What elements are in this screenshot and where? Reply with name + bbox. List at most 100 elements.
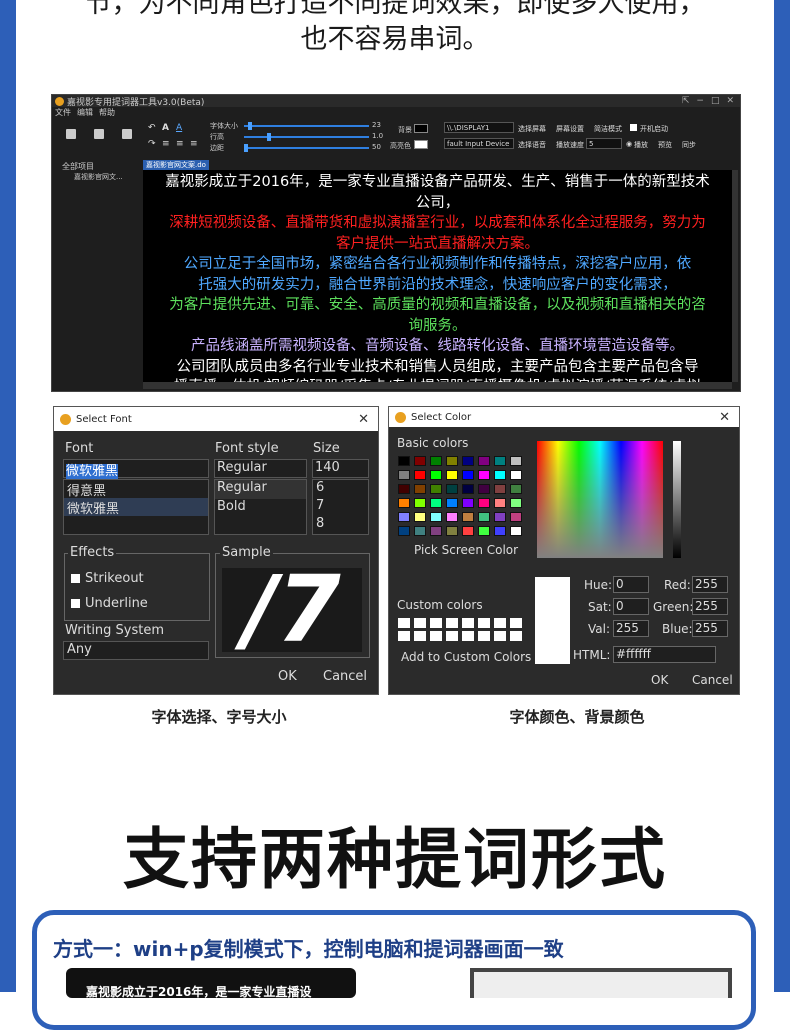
basic-color-swatch[interactable] (478, 526, 490, 536)
maximize-icon[interactable]: □ (711, 96, 720, 106)
play-icon[interactable]: ◉ (626, 140, 632, 148)
basic-color-swatch[interactable] (510, 526, 522, 536)
menu-file[interactable]: 文件 (55, 107, 71, 118)
custom-color-swatch[interactable] (414, 618, 426, 628)
align-justify-icon[interactable]: ≡ (176, 139, 184, 149)
color-cancel-button[interactable]: Cancel (692, 673, 733, 687)
font-cancel-button[interactable]: Cancel (323, 669, 367, 684)
align-right-icon[interactable]: ≡ (190, 139, 198, 149)
close-icon[interactable]: ✕ (358, 412, 378, 427)
basic-color-swatch[interactable] (494, 470, 506, 480)
size-list-item[interactable]: 6 (313, 480, 368, 498)
red-spinbox[interactable]: 255 (692, 576, 728, 593)
blue-spinbox[interactable]: 255 (692, 620, 728, 637)
font-size-thumb[interactable] (248, 122, 252, 130)
custom-color-swatch[interactable] (446, 618, 458, 628)
select-voice-button[interactable]: 选择语音 (518, 140, 546, 150)
document-tab[interactable]: 嘉视影官网文案.do (143, 160, 209, 170)
value-slider[interactable] (673, 441, 681, 558)
close-icon[interactable]: ✕ (726, 96, 734, 106)
basic-color-swatch[interactable] (430, 526, 442, 536)
tree-item[interactable]: 嘉视影官网文... (62, 172, 142, 182)
line-height-thumb[interactable] (267, 133, 271, 141)
writing-system-select[interactable]: Any (63, 641, 209, 660)
margin-thumb[interactable] (244, 144, 248, 152)
add-custom-colors-button[interactable]: Add to Custom Colors (401, 650, 531, 664)
line-height-slider[interactable] (244, 136, 369, 138)
color-ok-button[interactable]: OK (651, 673, 668, 687)
basic-color-swatch[interactable] (478, 456, 490, 466)
basic-color-swatch[interactable] (510, 456, 522, 466)
basic-color-swatch[interactable] (414, 498, 426, 508)
new-file-icon[interactable] (66, 129, 76, 139)
save-icon[interactable] (122, 129, 132, 139)
basic-color-swatch[interactable] (398, 456, 410, 466)
basic-color-swatch[interactable] (462, 512, 474, 522)
custom-color-swatch[interactable] (478, 631, 490, 641)
basic-color-swatch[interactable] (430, 456, 442, 466)
tree-root[interactable]: 全部项目 (62, 161, 142, 172)
display-select[interactable]: \\.\DISPLAY1 (444, 122, 514, 133)
minimize-icon[interactable]: − (696, 96, 704, 106)
custom-color-swatch[interactable] (398, 618, 410, 628)
background-swatch[interactable] (414, 124, 428, 133)
basic-color-swatch[interactable] (478, 498, 490, 508)
basic-color-swatch[interactable] (414, 484, 426, 494)
font-size-slider[interactable] (244, 125, 369, 127)
font-ok-button[interactable]: OK (278, 669, 297, 684)
basic-color-swatch[interactable] (446, 498, 458, 508)
custom-color-swatch[interactable] (462, 631, 474, 641)
pin-icon[interactable]: ⇱ (682, 96, 690, 106)
basic-color-swatch[interactable] (398, 498, 410, 508)
basic-color-swatch[interactable] (414, 456, 426, 466)
play-button[interactable]: 播放 (634, 140, 648, 150)
green-spinbox[interactable]: 255 (692, 598, 728, 615)
custom-color-swatch[interactable] (414, 631, 426, 641)
underline-checkbox[interactable] (71, 599, 80, 608)
basic-color-swatch[interactable] (430, 484, 442, 494)
margin-slider[interactable] (244, 147, 369, 149)
basic-color-swatch[interactable] (430, 470, 442, 480)
basic-color-swatch[interactable] (414, 470, 426, 480)
font-list[interactable]: 得意黑 微软雅黑 (63, 479, 209, 535)
basic-color-swatch[interactable] (430, 498, 442, 508)
basic-color-swatch[interactable] (446, 512, 458, 522)
val-spinbox[interactable]: 255 (613, 620, 649, 637)
basic-color-swatch[interactable] (510, 512, 522, 522)
basic-color-swatch[interactable] (446, 456, 458, 466)
select-screen-button[interactable]: 选择屏幕 (518, 124, 546, 134)
custom-color-swatch[interactable] (430, 618, 442, 628)
custom-color-swatch[interactable] (510, 618, 522, 628)
style-list-item-selected[interactable]: Regular (215, 480, 306, 499)
size-list-item[interactable]: 7 (313, 498, 368, 516)
basic-color-swatch[interactable] (414, 526, 426, 536)
color-spectrum[interactable] (537, 441, 663, 558)
custom-color-swatch[interactable] (398, 631, 410, 641)
basic-color-swatch[interactable] (398, 526, 410, 536)
sync-button[interactable]: 同步 (682, 140, 696, 150)
font-list-item[interactable]: 得意黑 (64, 480, 208, 499)
html-input[interactable]: #ffffff (613, 646, 716, 663)
highlight-swatch[interactable] (414, 140, 428, 149)
basic-color-swatch[interactable] (398, 470, 410, 480)
basic-color-swatch[interactable] (398, 512, 410, 522)
undo-icon[interactable]: ↶ (148, 123, 156, 133)
align-center-icon[interactable]: ≡ (162, 139, 170, 149)
basic-color-swatch[interactable] (462, 526, 474, 536)
simple-mode-button[interactable]: 简洁模式 (594, 124, 622, 134)
strikeout-checkbox[interactable] (71, 574, 80, 583)
redo-icon[interactable]: ↷ (148, 139, 156, 149)
basic-color-swatch[interactable] (478, 484, 490, 494)
basic-color-swatch[interactable] (510, 470, 522, 480)
hue-spinbox[interactable]: 0 (613, 576, 649, 593)
basic-color-swatch[interactable] (494, 456, 506, 466)
basic-color-swatch[interactable] (494, 498, 506, 508)
audio-device-select[interactable]: fault Input Device (444, 138, 514, 149)
basic-color-swatch[interactable] (462, 470, 474, 480)
open-folder-icon[interactable] (94, 129, 104, 139)
style-list[interactable]: Regular Bold (214, 479, 307, 535)
close-icon[interactable]: ✕ (719, 410, 739, 425)
custom-color-swatch[interactable] (478, 618, 490, 628)
basic-color-swatch[interactable] (462, 498, 474, 508)
custom-color-swatch[interactable] (494, 631, 506, 641)
